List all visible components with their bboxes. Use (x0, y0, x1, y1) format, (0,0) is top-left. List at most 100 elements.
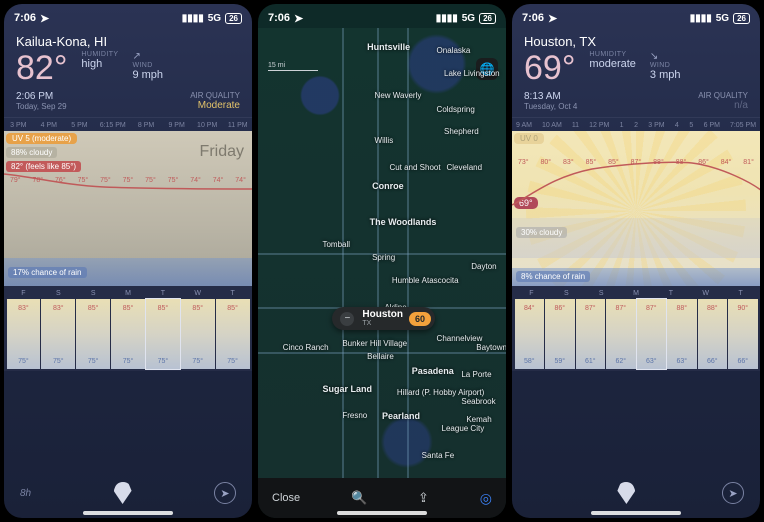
forecast-day-labels: FSSMTWT (6, 290, 250, 297)
map-city-label[interactable]: Fresno (342, 411, 367, 420)
forecast-cell[interactable]: 87°63° (637, 299, 667, 369)
deselect-button[interactable]: − (340, 312, 354, 326)
status-bar: 7:06 ➤ ▮▮▮▮ 5G 26 (258, 4, 506, 28)
weekly-forecast[interactable]: FSSMTWT 84°58°86°59°87°61°87°62°87°63°88… (512, 286, 760, 371)
locate-me-button[interactable]: ◎ (480, 490, 492, 507)
map-city-label[interactable]: The Woodlands (370, 217, 437, 227)
map-city-label[interactable]: Tomball (322, 240, 350, 249)
map-city-label[interactable]: Kemah (466, 415, 491, 424)
list-item: 12 PM (589, 122, 609, 129)
forecast-cell[interactable]: 85°75° (216, 299, 250, 369)
forecast-cell[interactable]: 86°59° (545, 299, 575, 369)
layers-icon: ⇪ (418, 490, 429, 505)
map-city-label[interactable]: La Porte (461, 370, 491, 379)
map-city-label[interactable]: Huntsville (367, 42, 410, 52)
compass-button[interactable]: ➤ (214, 482, 236, 504)
selected-temp-badge: 60 (409, 312, 431, 326)
time-range-button[interactable]: 8h (20, 488, 31, 499)
forecast-cell[interactable]: 84°58° (515, 299, 545, 369)
map-city-label[interactable]: New Waverly (375, 91, 422, 100)
map-city-label[interactable]: Cut and Shoot (389, 163, 440, 172)
map-city-label[interactable]: Cinco Ranch (283, 343, 329, 352)
forecast-cell[interactable]: 85°75° (181, 299, 215, 369)
forecast-cell[interactable]: 88°63° (667, 299, 697, 369)
time-range-button[interactable] (528, 488, 531, 499)
list-item: 10 PM (197, 122, 218, 129)
compass-button[interactable]: ➤ (722, 482, 744, 504)
map-city-label[interactable]: League City (442, 424, 485, 433)
forecast-cells[interactable]: 84°58°86°59°87°61°87°62°87°63°88°63°88°6… (514, 299, 758, 369)
list-item: 7:05 PM (730, 122, 756, 129)
temp-curve (512, 155, 760, 215)
map-city-label[interactable]: Cleveland (446, 163, 482, 172)
map-city-label[interactable]: Pearland (382, 411, 420, 421)
forecast-high: 90° (728, 305, 758, 312)
location-pin-indicator[interactable] (114, 482, 132, 504)
map-city-label[interactable]: Atascocita (422, 276, 459, 285)
map-city-label[interactable]: Sugar Land (322, 384, 372, 394)
selected-city: Houston (362, 310, 403, 320)
humidity-metric: HUMIDITY moderate (589, 51, 635, 70)
forecast-cell[interactable]: 90°66° (728, 299, 758, 369)
map-city-label[interactable]: Lake Livingston (444, 69, 500, 78)
forecast-cell[interactable]: 85°75° (111, 299, 145, 369)
forecast-low: 63° (637, 358, 667, 365)
map-city-label[interactable]: Pasadena (412, 366, 454, 376)
list-item: T (653, 290, 688, 297)
forecast-cell[interactable]: 87°61° (576, 299, 606, 369)
air-quality-value: n/a (698, 100, 748, 111)
forecast-cell[interactable]: 87°62° (606, 299, 636, 369)
map-canvas[interactable]: 15 mi 🌐 HuntsvilleOnalaskaLake Livingsto… (258, 28, 506, 478)
map-city-label[interactable]: Onalaska (437, 46, 471, 55)
home-indicator[interactable] (83, 511, 173, 515)
weekly-forecast[interactable]: FSSMTWT 83°75°83°75°85°75°85°75°85°75°85… (4, 286, 252, 371)
hourly-chart[interactable]: UV 0 69° 73°80°83°85°85°87°88°88°86°84°8… (512, 131, 760, 286)
layers-button[interactable]: ⇪ (418, 490, 429, 506)
forecast-low: 66° (698, 358, 728, 365)
map-city-label[interactable]: Coldspring (437, 105, 475, 114)
map-city-label[interactable]: Conroe (372, 181, 404, 191)
forecast-cell[interactable]: 88°66° (698, 299, 728, 369)
map-city-label[interactable]: Spring (372, 253, 395, 262)
list-item: T (215, 290, 250, 297)
forecast-cell[interactable]: 83°75° (7, 299, 41, 369)
forecast-cells[interactable]: 83°75°83°75°85°75°85°75°85°75°85°75°85°7… (6, 299, 250, 369)
location-services-icon: ➤ (294, 12, 303, 25)
map-city-label[interactable]: Channelview (437, 334, 483, 343)
hourly-chart[interactable]: UV 5 (moderate) Friday 88% cloudy 82° (f… (4, 131, 252, 286)
search-button[interactable]: 🔍 (351, 490, 367, 506)
list-item: S (41, 290, 76, 297)
close-button[interactable]: Close (272, 492, 300, 504)
selected-location-pill[interactable]: − Houston TX 60 (332, 307, 435, 330)
map-city-label[interactable]: Bellaire (367, 352, 394, 361)
hour-axis[interactable]: 3 PM4 PM5 PM6:15 PM8 PM9 PM10 PM11 PM (4, 117, 252, 131)
cloud-band (512, 218, 760, 258)
location-pin-indicator[interactable] (617, 482, 635, 504)
list-item: 11 (572, 122, 579, 129)
map-city-label[interactable]: Seabrook (461, 397, 495, 406)
home-indicator[interactable] (337, 511, 427, 515)
location-services-icon: ➤ (548, 12, 557, 25)
map-city-label[interactable]: Baytown (476, 343, 506, 352)
forecast-high: 85° (111, 305, 145, 312)
forecast-cell[interactable]: 83°75° (41, 299, 75, 369)
map-city-label[interactable]: Willis (375, 136, 394, 145)
map-city-label[interactable]: Dayton (471, 262, 496, 271)
map-city-label[interactable]: Bunker Hill Village (342, 339, 407, 348)
forecast-high: 85° (181, 305, 215, 312)
scale-value: 15 mi (268, 62, 318, 69)
forecast-high: 87° (606, 305, 636, 312)
wind-direction-icon: ↗ (132, 51, 163, 62)
map-city-label[interactable]: Humble (392, 276, 420, 285)
map-city-label[interactable]: Santa Fe (422, 451, 454, 460)
map-city-label[interactable]: Shepherd (444, 127, 479, 136)
hour-axis[interactable]: 9 AM10 AM1112 PM123 PM456 PM7:05 PM (512, 117, 760, 131)
home-indicator[interactable] (591, 511, 681, 515)
forecast-high: 85° (146, 305, 180, 312)
forecast-high: 84° (515, 305, 545, 312)
map-city-label[interactable]: Hillard (P. Hobby Airport) (397, 388, 484, 397)
forecast-cell[interactable]: 85°75° (146, 299, 180, 369)
list-item: 6:15 PM (100, 122, 126, 129)
forecast-cell[interactable]: 85°75° (76, 299, 110, 369)
uv-badge: UV 5 (moderate) (6, 133, 77, 144)
